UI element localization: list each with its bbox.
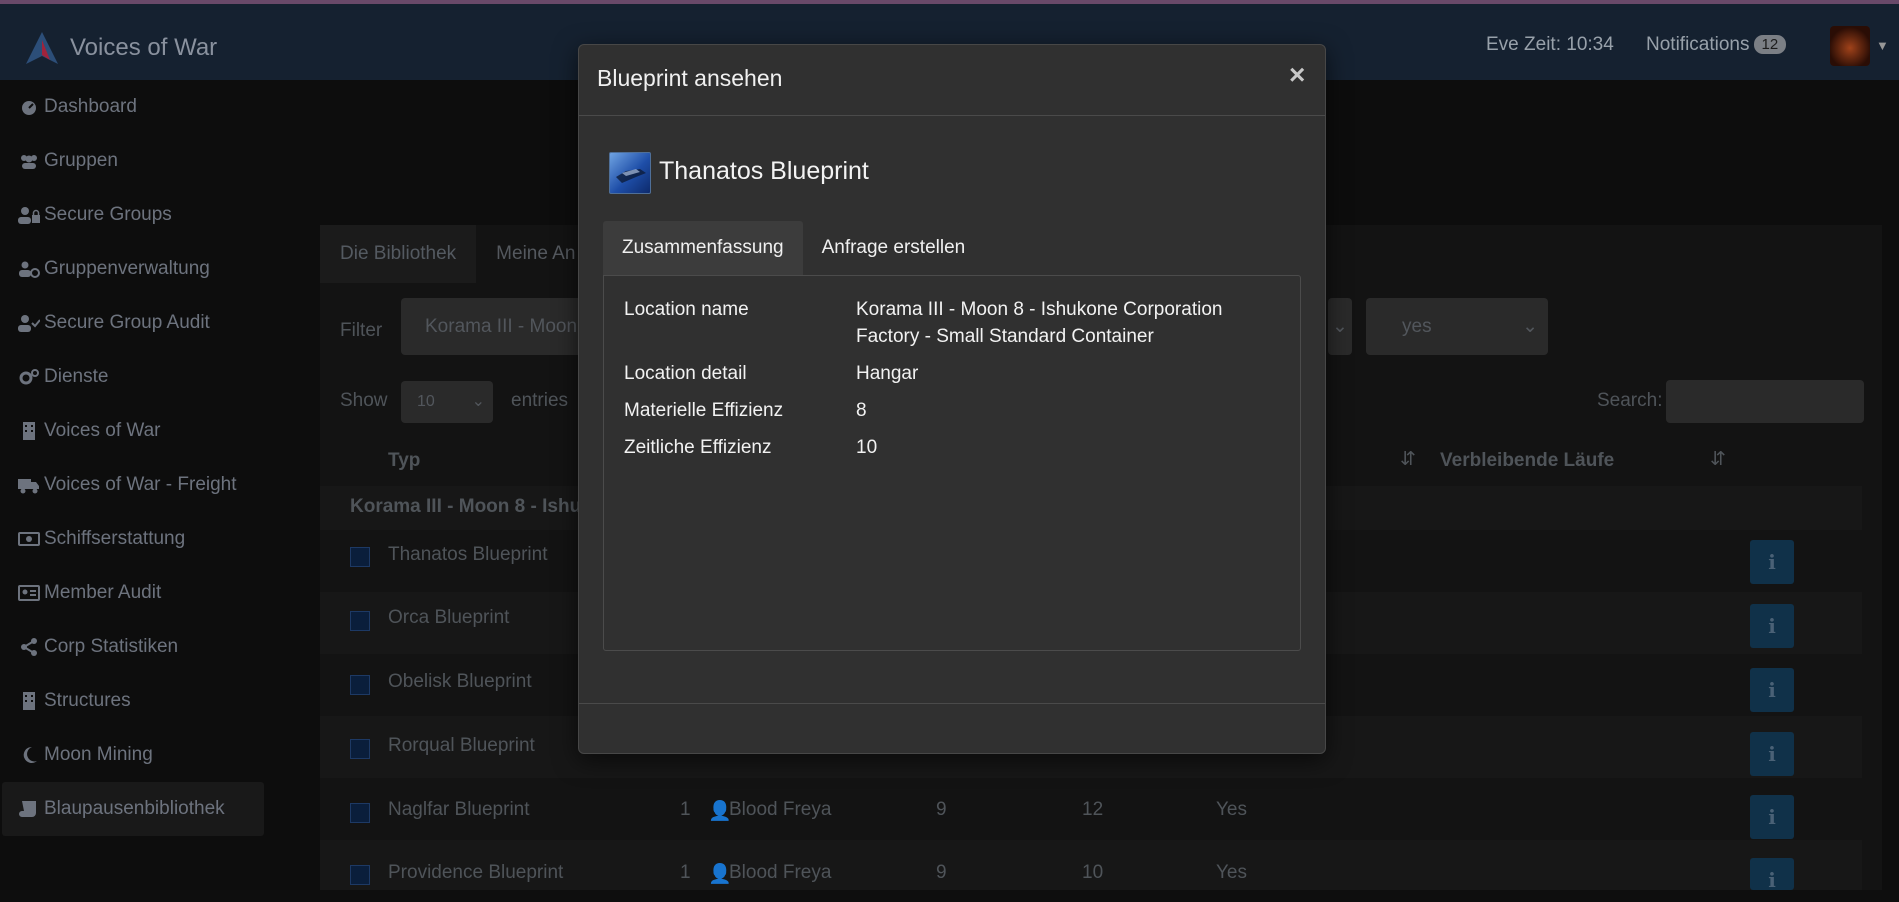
- tab-anfrage-erstellen[interactable]: Anfrage erstellen: [803, 221, 985, 275]
- location-detail-value: Hangar: [856, 363, 919, 384]
- material-efficiency-label: Materielle Effizienz: [624, 400, 784, 421]
- modal-header: Blueprint ansehen ×: [579, 45, 1325, 116]
- blueprint-name: Thanatos Blueprint: [659, 157, 869, 185]
- blueprint-icon: [609, 152, 651, 194]
- location-name-label: Location name: [624, 299, 749, 320]
- modal-tabs: Zusammenfassung Anfrage erstellen: [603, 221, 984, 275]
- material-efficiency-value: 8: [856, 400, 867, 421]
- summary-panel: Location name Korama III - Moon 8 - Ishu…: [603, 275, 1301, 651]
- close-icon[interactable]: ×: [1289, 59, 1305, 91]
- modal-footer-divider: [579, 703, 1325, 704]
- location-name-value: Korama III - Moon 8 - Ishukone Corporati…: [856, 299, 1223, 347]
- time-efficiency-value: 10: [856, 437, 878, 458]
- tab-zusammenfassung[interactable]: Zusammenfassung: [603, 221, 803, 275]
- time-efficiency-label: Zeitliche Effizienz: [624, 437, 772, 458]
- location-detail-label: Location detail: [624, 363, 747, 384]
- blueprint-modal: Blueprint ansehen × Thanatos Blueprint Z…: [578, 44, 1326, 754]
- modal-title: Blueprint ansehen: [597, 65, 783, 91]
